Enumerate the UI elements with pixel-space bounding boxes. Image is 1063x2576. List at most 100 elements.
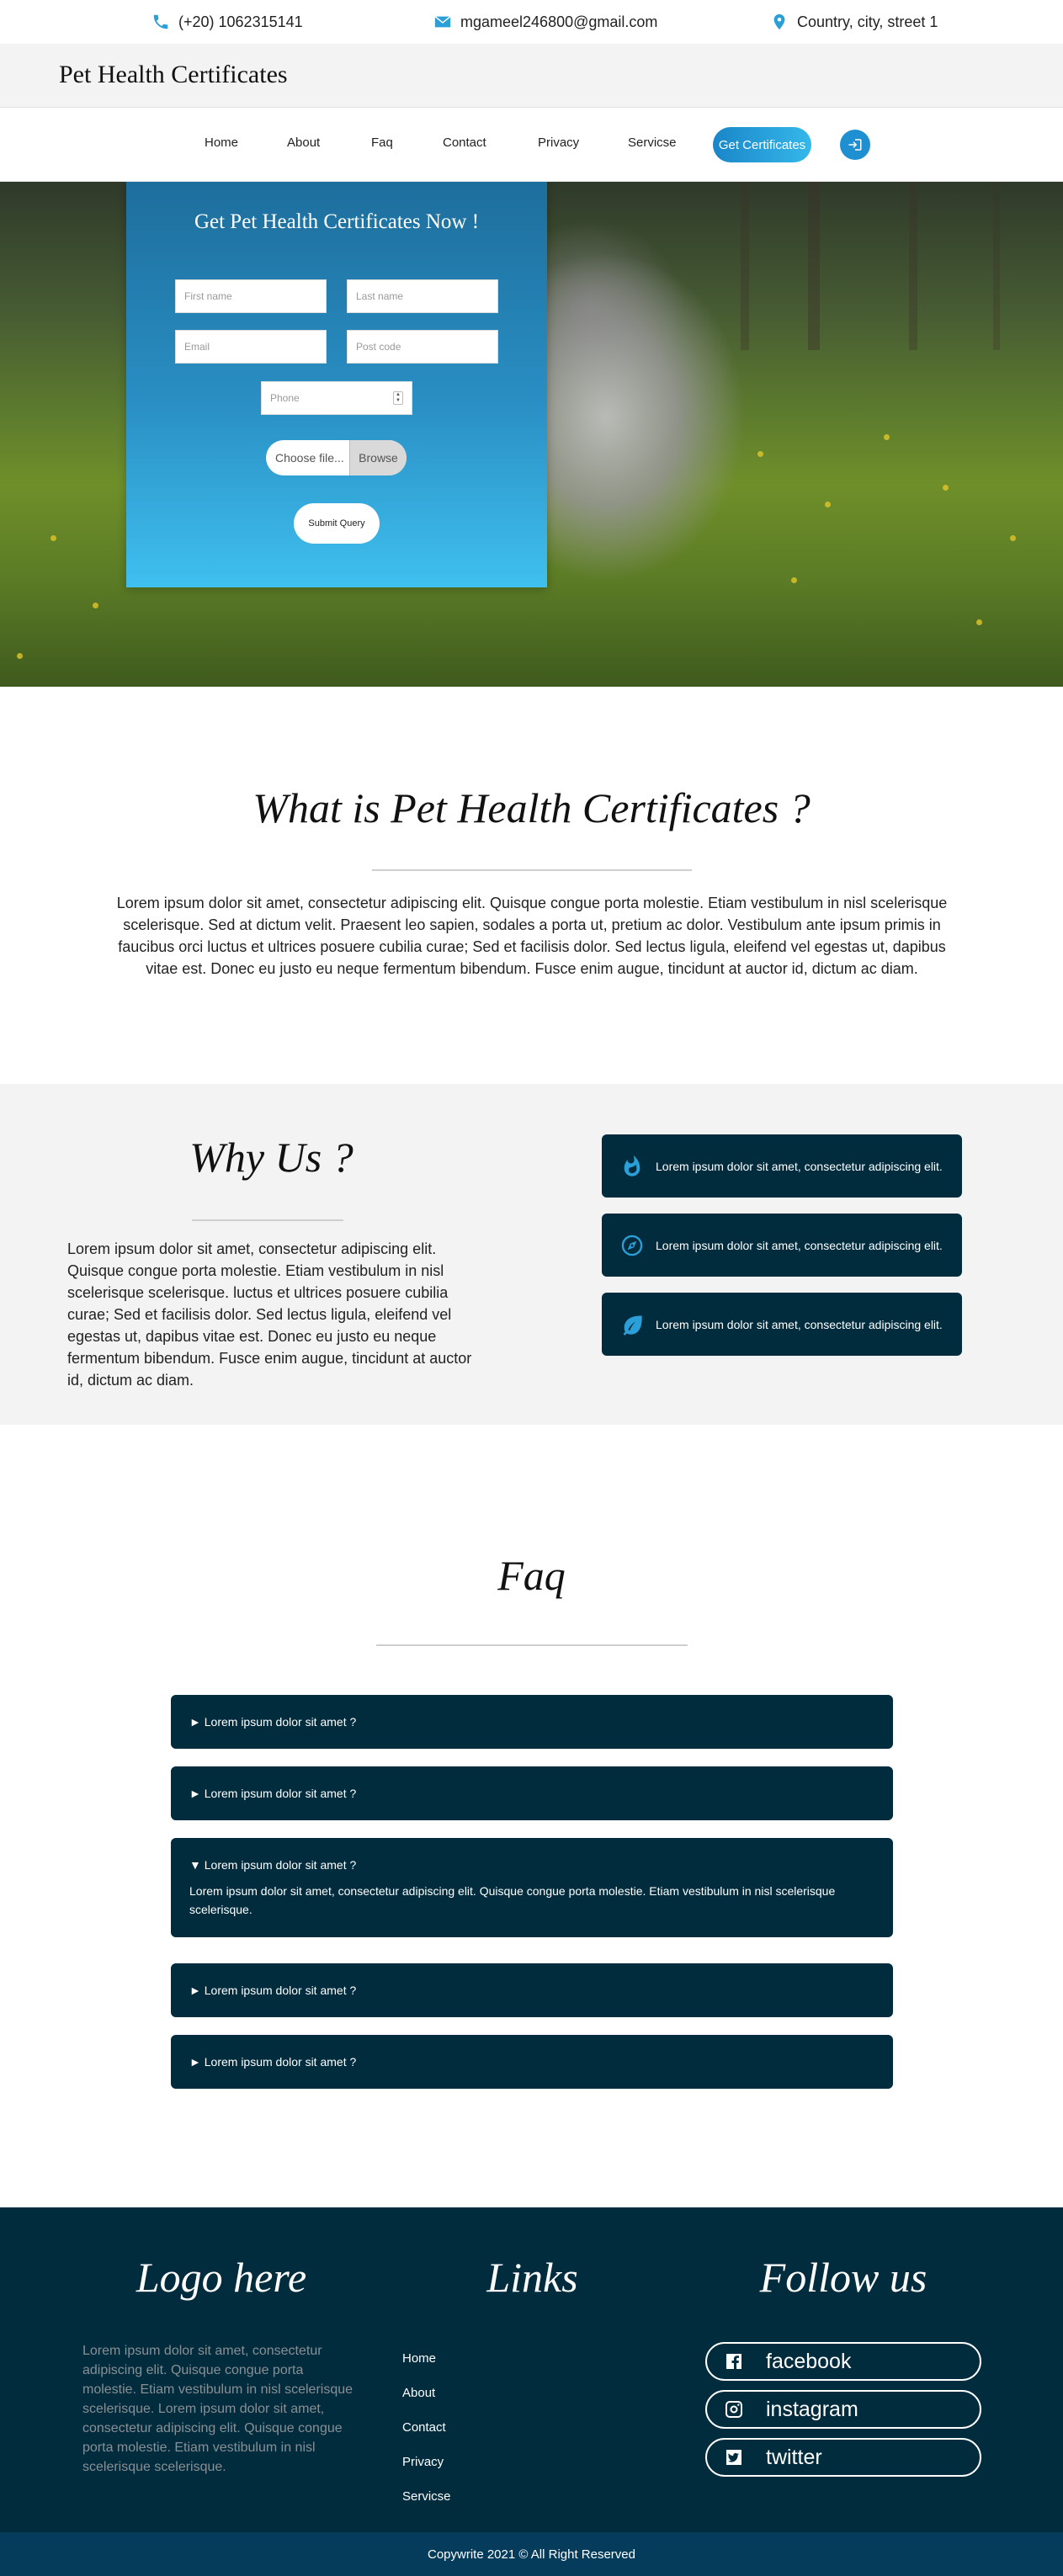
twitter-label: twitter: [766, 2445, 822, 2469]
feature-text: Lorem ipsum dolor sit amet, consectetur …: [656, 1159, 943, 1173]
certificate-form: Get Pet Health Certificates Now ! First …: [126, 182, 547, 587]
site-title[interactable]: Pet Health Certificates: [59, 61, 288, 89]
browse-button[interactable]: Browse: [349, 440, 407, 475]
hero-section: Get Pet Health Certificates Now ! First …: [0, 182, 1063, 687]
topbar-phone[interactable]: (+20) 1062315141: [151, 13, 303, 31]
hero-background-tree: [909, 182, 917, 350]
why-us-title: Why Us ?: [189, 1134, 353, 1181]
faq-section: Faq ► Lorem ipsum dolor sit amet ? ► Lor…: [0, 1425, 1063, 2207]
hero-flower: [50, 535, 56, 541]
what-is-section: What is Pet Health Certificates ? Lorem …: [0, 687, 1063, 1084]
feature-text: Lorem ipsum dolor sit amet, consectetur …: [656, 1317, 943, 1331]
instagram-label: instagram: [766, 2397, 858, 2421]
submit-button[interactable]: Submit Query: [294, 503, 380, 544]
main-nav: Home About Faq Contact Privacy Servicse …: [0, 108, 1063, 182]
get-certificates-button[interactable]: Get Certificates: [713, 127, 811, 162]
footer-follow-title: Follow us: [759, 2254, 927, 2301]
footer-link-home[interactable]: Home: [402, 2351, 436, 2366]
feature-card: Lorem ipsum dolor sit amet, consectetur …: [602, 1293, 962, 1356]
hero-flower: [17, 653, 23, 659]
leaf-icon: [623, 1315, 642, 1336]
footer-link-services[interactable]: Servicse: [402, 2489, 451, 2504]
hero-background-tree: [808, 182, 820, 350]
contact-topbar: (+20) 1062315141 mgameel246800@gmail.com…: [0, 0, 1063, 44]
nav-about[interactable]: About: [287, 135, 320, 150]
sign-in-icon: [848, 139, 862, 151]
map-marker-icon: [773, 13, 785, 30]
faq-item[interactable]: ► Lorem ipsum dolor sit amet ?: [171, 1766, 893, 1820]
fire-icon: [624, 1155, 640, 1176]
section-divider: [372, 869, 692, 871]
file-upload[interactable]: Choose file... Browse: [266, 440, 407, 475]
faq-question[interactable]: ► Lorem ipsum dolor sit amet ?: [171, 2035, 893, 2089]
compass-icon: [621, 1235, 643, 1256]
number-spinner-icon[interactable]: ▲ ▼: [393, 391, 403, 405]
nav-services[interactable]: Servicse: [628, 135, 677, 150]
email-address: mgameel246800@gmail.com: [460, 13, 658, 30]
faq-answer: Lorem ipsum dolor sit amet, consectetur …: [189, 1884, 836, 1916]
twitter-link[interactable]: twitter: [705, 2438, 981, 2477]
faq-item[interactable]: ► Lorem ipsum dolor sit amet ?: [171, 1963, 893, 2017]
hero-flower: [943, 485, 949, 491]
hero-flower: [93, 603, 98, 608]
phone-field[interactable]: Phone ▲ ▼: [261, 381, 412, 415]
what-is-title: What is Pet Health Certificates ?: [252, 784, 811, 831]
section-divider: [376, 1644, 688, 1646]
phone-number: (+20) 1062315141: [178, 13, 303, 30]
instagram-link[interactable]: instagram: [705, 2390, 981, 2429]
form-title: Get Pet Health Certificates Now !: [194, 210, 480, 233]
location-text: Country, city, street 1: [797, 13, 938, 30]
footer-link-contact[interactable]: Contact: [402, 2420, 446, 2435]
footer-logo-title: Logo here: [136, 2254, 307, 2301]
twitter-icon: [726, 2450, 741, 2465]
instagram-icon: [725, 2401, 742, 2418]
facebook-label: facebook: [766, 2349, 852, 2373]
facebook-link[interactable]: facebook: [705, 2342, 981, 2381]
first-name-field[interactable]: First name: [175, 279, 327, 313]
footer-link-about[interactable]: About: [402, 2386, 435, 2400]
nav-privacy[interactable]: Privacy: [538, 135, 579, 150]
topbar-location[interactable]: Country, city, street 1: [770, 13, 938, 31]
section-divider: [192, 1219, 343, 1221]
why-us-section: Why Us ? Lorem ipsum dolor sit amet, con…: [0, 1084, 1063, 1425]
why-us-text: Lorem ipsum dolor sit amet, consectetur …: [67, 1240, 472, 1389]
phone-placeholder: Phone: [270, 392, 300, 404]
topbar-email[interactable]: mgameel246800@gmail.com: [433, 13, 657, 31]
hero-background-tree: [741, 182, 749, 350]
footer-about-text: Lorem ipsum dolor sit amet, consectetur …: [82, 2344, 353, 2474]
faq-title: Faq: [497, 1552, 566, 1599]
feature-card: Lorem ipsum dolor sit amet, consectetur …: [602, 1214, 962, 1277]
what-is-text: Lorem ipsum dolor sit amet, consectetur …: [116, 895, 948, 977]
hero-background-tree: [993, 182, 1000, 350]
faq-question[interactable]: ► Lorem ipsum dolor sit amet ?: [171, 1963, 893, 2017]
hero-flower: [791, 577, 797, 583]
faq-item[interactable]: ► Lorem ipsum dolor sit amet ?: [171, 2035, 893, 2089]
file-name-label: Choose file...: [275, 451, 344, 465]
hero-flower: [1010, 535, 1016, 541]
site-footer: Logo here Lorem ipsum dolor sit amet, co…: [0, 2207, 1063, 2532]
envelope-icon: [434, 16, 451, 28]
faq-question[interactable]: ► Lorem ipsum dolor sit amet ?: [171, 1766, 893, 1820]
hero-flower: [757, 451, 763, 457]
faq-item[interactable]: ► Lorem ipsum dolor sit amet ?: [171, 1695, 893, 1749]
last-name-field[interactable]: Last name: [347, 279, 498, 313]
nav-faq[interactable]: Faq: [371, 135, 393, 150]
nav-home[interactable]: Home: [205, 135, 238, 150]
hero-flower: [825, 502, 831, 507]
copyright-bar: Copywrite 2021 © All Right Reserved: [0, 2532, 1063, 2576]
email-field[interactable]: Email: [175, 330, 327, 364]
feature-text: Lorem ipsum dolor sit amet, consectetur …: [656, 1238, 943, 1252]
hero-flower: [976, 619, 982, 625]
hero-flower: [884, 434, 890, 440]
feature-card: Lorem ipsum dolor sit amet, consectetur …: [602, 1134, 962, 1198]
login-button[interactable]: [840, 130, 870, 160]
post-code-field[interactable]: Post code: [347, 330, 498, 364]
copyright-text: Copywrite 2021 © All Right Reserved: [427, 2547, 635, 2562]
facebook-icon: [726, 2354, 741, 2369]
faq-question[interactable]: ► Lorem ipsum dolor sit amet ?: [171, 1695, 893, 1749]
nav-contact[interactable]: Contact: [443, 135, 486, 150]
brand-bar: Pet Health Certificates: [0, 44, 1063, 108]
footer-link-privacy[interactable]: Privacy: [402, 2455, 444, 2469]
faq-item-expanded[interactable]: ▼ Lorem ipsum dolor sit amet ? Lorem ips…: [171, 1838, 893, 1937]
phone-icon: [153, 14, 168, 29]
